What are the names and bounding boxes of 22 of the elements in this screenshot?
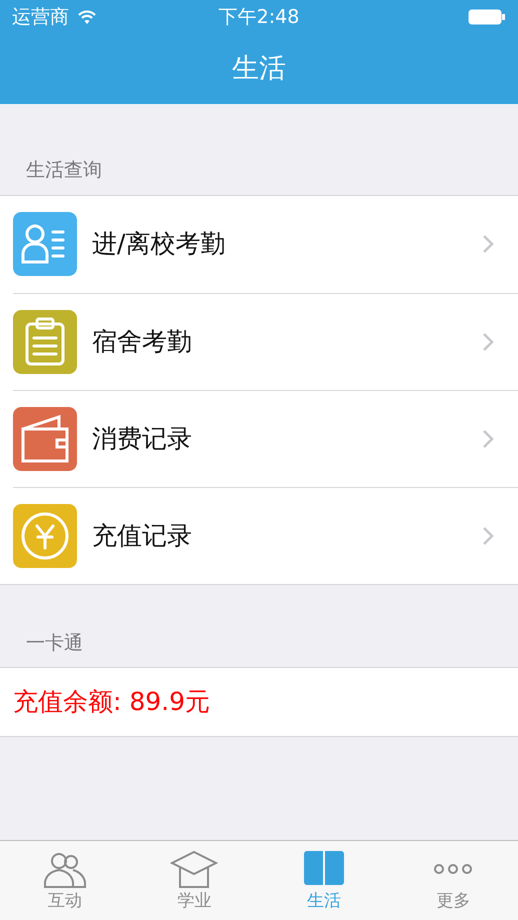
menu-row[interactable]: 消费记录 bbox=[0, 390, 518, 486]
menu-label: 充值记录 bbox=[92, 520, 192, 552]
balance-text: 充值余额: 89.9元 bbox=[13, 686, 210, 718]
menu-label: 消费记录 bbox=[92, 422, 192, 455]
cap-icon bbox=[170, 849, 218, 889]
status-time: 下午2:48 bbox=[218, 4, 300, 30]
section-header: 一卡通 bbox=[26, 632, 83, 654]
menu-row[interactable]: 充值记录 bbox=[0, 486, 518, 584]
wifi-icon bbox=[77, 9, 97, 25]
carrier-name: 运营商 bbox=[12, 4, 69, 30]
menu-label: 进/离校考勤 bbox=[92, 228, 226, 260]
dots-icon bbox=[433, 863, 474, 875]
section-header: 生活查询 bbox=[26, 159, 102, 181]
menu-label: 宿舍考勤 bbox=[92, 326, 192, 358]
menu-row[interactable]: 进/离校考勤 bbox=[0, 196, 518, 292]
page-title: 生活 bbox=[232, 52, 286, 86]
chevron-icon bbox=[482, 428, 494, 448]
chevron-icon bbox=[482, 234, 494, 254]
battery-icon bbox=[468, 9, 506, 25]
menu-row[interactable]: 宿舍考勤 bbox=[0, 292, 518, 390]
chevron-icon bbox=[482, 526, 494, 546]
chevron-icon bbox=[482, 332, 494, 352]
